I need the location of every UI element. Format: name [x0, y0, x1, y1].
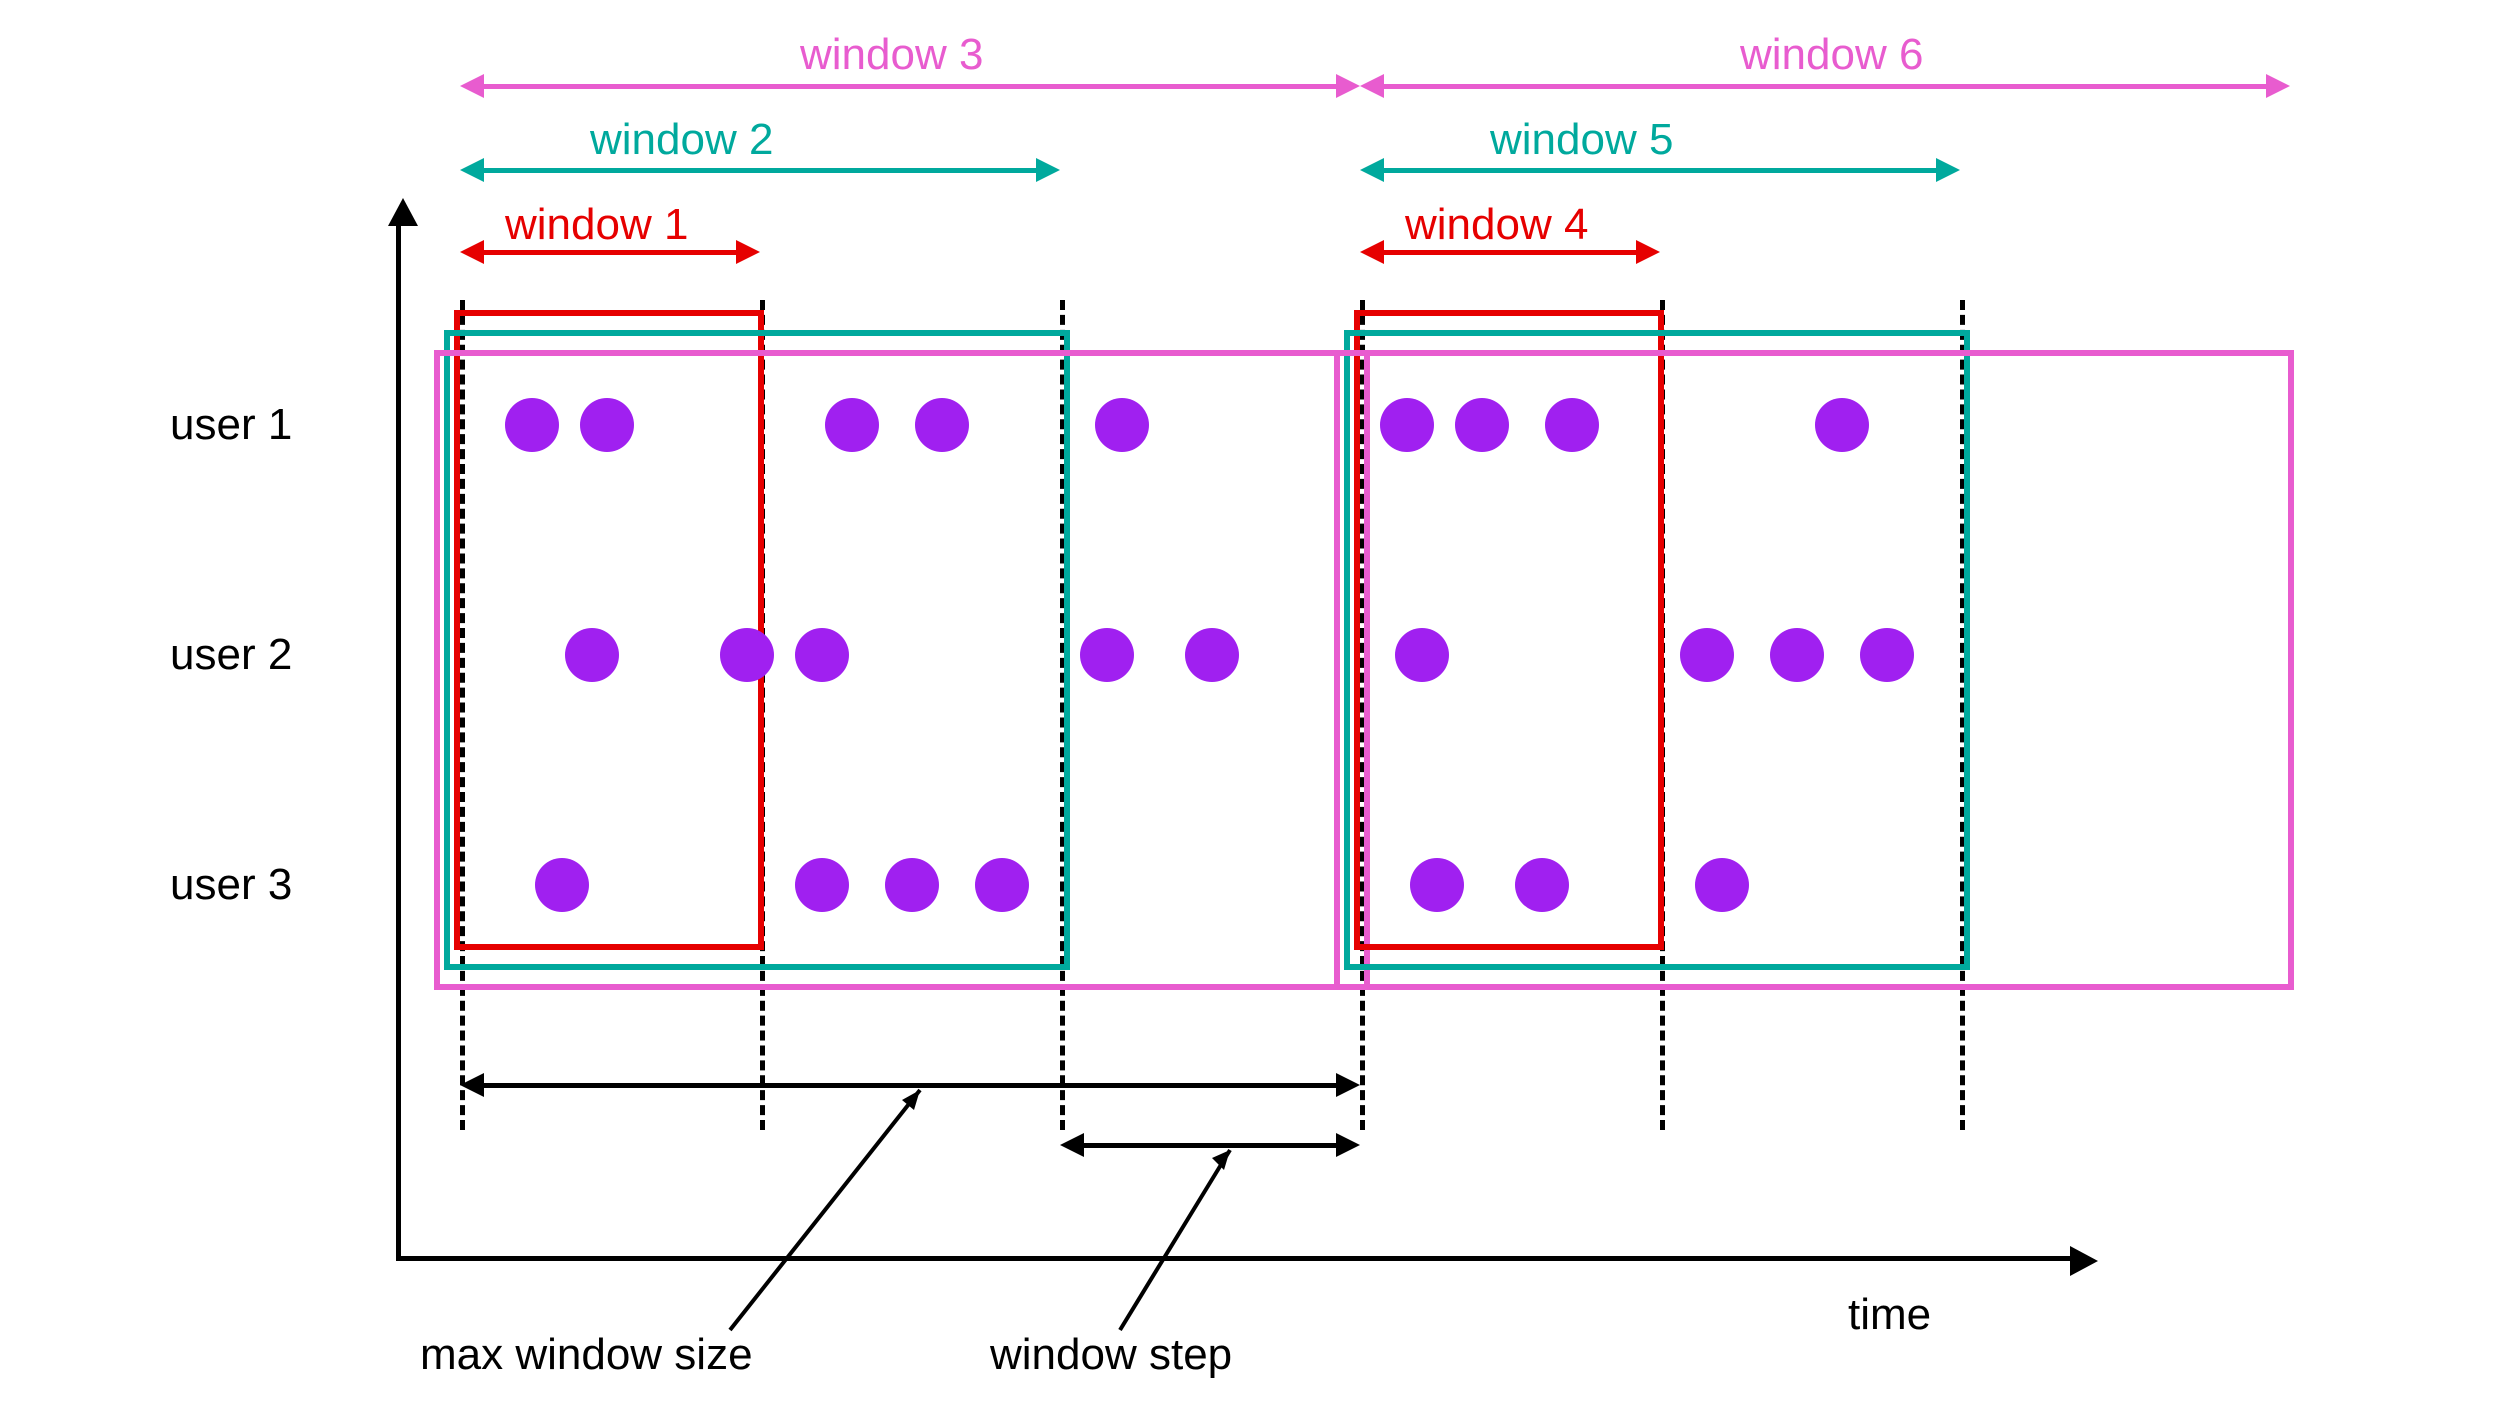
label-max-window-size: max window size	[420, 1330, 753, 1380]
label-window-step: window step	[990, 1330, 1232, 1380]
diagram-canvas: time user 1 user 2 user 3 window 3 windo…	[0, 0, 2499, 1406]
